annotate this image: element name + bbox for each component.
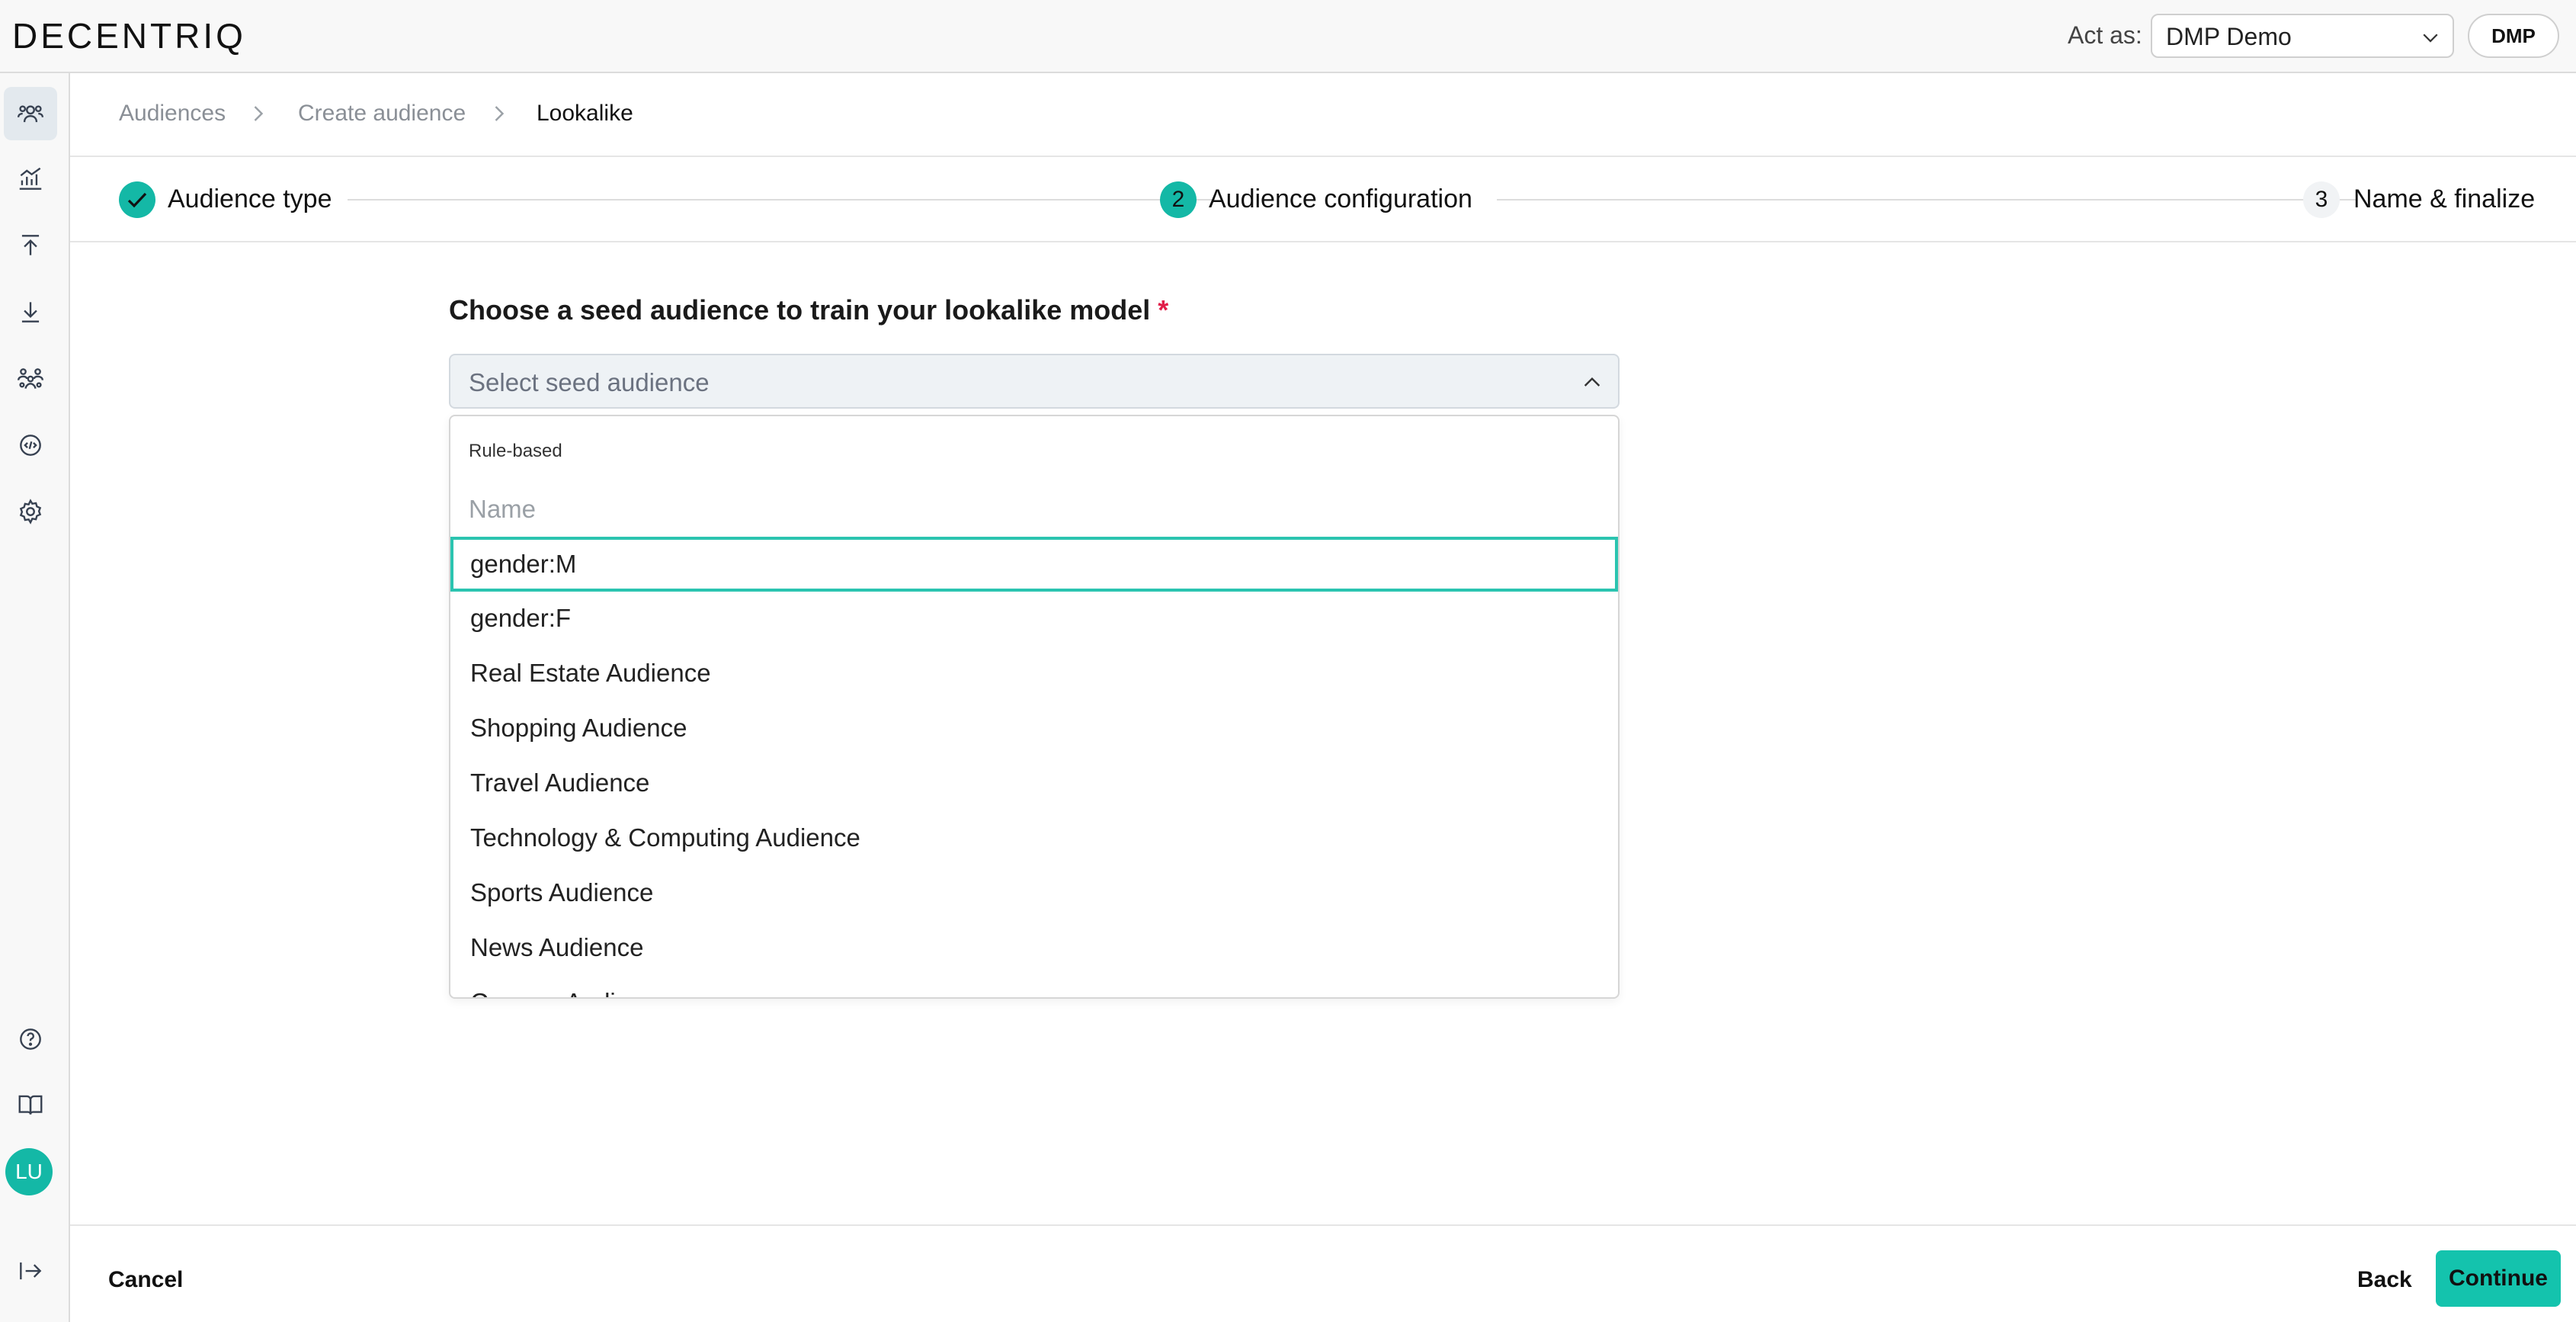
sidebar-item-docs[interactable]	[4, 1078, 57, 1131]
step-1-label: Audience type	[168, 185, 332, 213]
settings-gear-icon	[19, 499, 42, 525]
seed-audience-placeholder: Select seed audience	[469, 368, 710, 396]
sidebar-item-download[interactable]	[4, 285, 57, 339]
sidebar: LU	[0, 73, 70, 1322]
option-shopping[interactable]: Shopping Audience	[450, 701, 1618, 756]
step-3-label: Name & finalize	[2353, 185, 2536, 213]
back-button[interactable]: Back	[2357, 1267, 2412, 1293]
breadcrumb-create-audience[interactable]: Create audience	[298, 101, 466, 127]
insights-chart-icon	[19, 167, 42, 190]
stepper: Audience type 2 Audience configuration 3…	[70, 157, 2576, 242]
act-as-select[interactable]: DMP Demo	[2151, 14, 2454, 58]
step-2-number: 2	[1160, 181, 1197, 218]
footer-bar: Cancel Back Continue	[70, 1224, 2576, 1322]
breadcrumb: Audiences Create audience Lookalike	[70, 73, 2576, 157]
filter-name-input[interactable]	[469, 493, 1597, 526]
sidebar-item-upload[interactable]	[4, 219, 57, 272]
app-logo: DECENTRIQ	[12, 16, 246, 56]
option-news[interactable]: News Audience	[450, 921, 1618, 976]
help-circle-icon	[20, 1028, 41, 1050]
sidebar-item-developer[interactable]	[4, 419, 57, 472]
chevron-up-icon	[1584, 377, 1600, 387]
step-connector	[348, 199, 1213, 201]
option-group-label: Rule-based	[469, 441, 562, 461]
seed-audience-dropdown: Rule-based gender:M gender:F Real Estate…	[449, 415, 1620, 999]
step-1-check	[119, 181, 155, 218]
logout-arrow-icon	[20, 1262, 42, 1280]
upload-icon	[21, 235, 40, 255]
option-careers[interactable]: Careers Audience	[450, 976, 1618, 997]
org-badge-button[interactable]: DMP	[2468, 14, 2559, 58]
act-as-value: DMP Demo	[2166, 23, 2292, 50]
logout-button[interactable]	[4, 1244, 57, 1298]
sidebar-item-collaborators[interactable]	[4, 352, 57, 406]
breadcrumb-lookalike: Lookalike	[537, 101, 633, 126]
check-icon	[127, 192, 147, 208]
chevron-right-icon	[495, 106, 505, 121]
breadcrumb-audiences[interactable]: Audiences	[119, 101, 226, 127]
user-avatar[interactable]: LU	[5, 1148, 53, 1195]
step-connector	[1497, 199, 2357, 201]
seed-audience-title: Choose a seed audience to train your loo…	[449, 294, 1151, 326]
sidebar-item-help[interactable]	[4, 1012, 57, 1066]
sidebar-item-audiences[interactable]	[4, 87, 57, 140]
option-real-estate[interactable]: Real Estate Audience	[450, 647, 1618, 701]
option-sports[interactable]: Sports Audience	[450, 866, 1618, 921]
option-technology-computing[interactable]: Technology & Computing Audience	[450, 811, 1618, 866]
collaborators-icon	[17, 368, 44, 389]
sidebar-item-settings[interactable]	[4, 485, 57, 538]
step-3-number: 3	[2303, 181, 2340, 218]
act-as-label: Act as:	[2068, 21, 2142, 49]
sidebar-item-insights[interactable]	[4, 152, 57, 206]
seed-audience-select[interactable]: Select seed audience	[449, 354, 1620, 409]
top-bar: DECENTRIQ Act as: DMP Demo DMP	[0, 0, 2576, 73]
continue-button[interactable]: Continue	[2436, 1250, 2561, 1307]
download-icon	[21, 302, 40, 322]
chevron-down-icon	[2423, 34, 2438, 43]
audiences-icon	[17, 105, 44, 123]
step-2-label: Audience configuration	[1209, 185, 1472, 213]
option-travel[interactable]: Travel Audience	[450, 756, 1618, 811]
option-gender-m[interactable]: gender:M	[450, 537, 1618, 592]
documentation-book-icon	[18, 1095, 43, 1115]
option-gender-f[interactable]: gender:F	[450, 592, 1618, 647]
required-asterisk: *	[1158, 294, 1169, 326]
chevron-right-icon	[254, 106, 264, 121]
cancel-button[interactable]: Cancel	[108, 1267, 183, 1293]
seed-audience-heading: Choose a seed audience to train your loo…	[449, 294, 1168, 326]
developer-code-icon	[20, 435, 41, 456]
